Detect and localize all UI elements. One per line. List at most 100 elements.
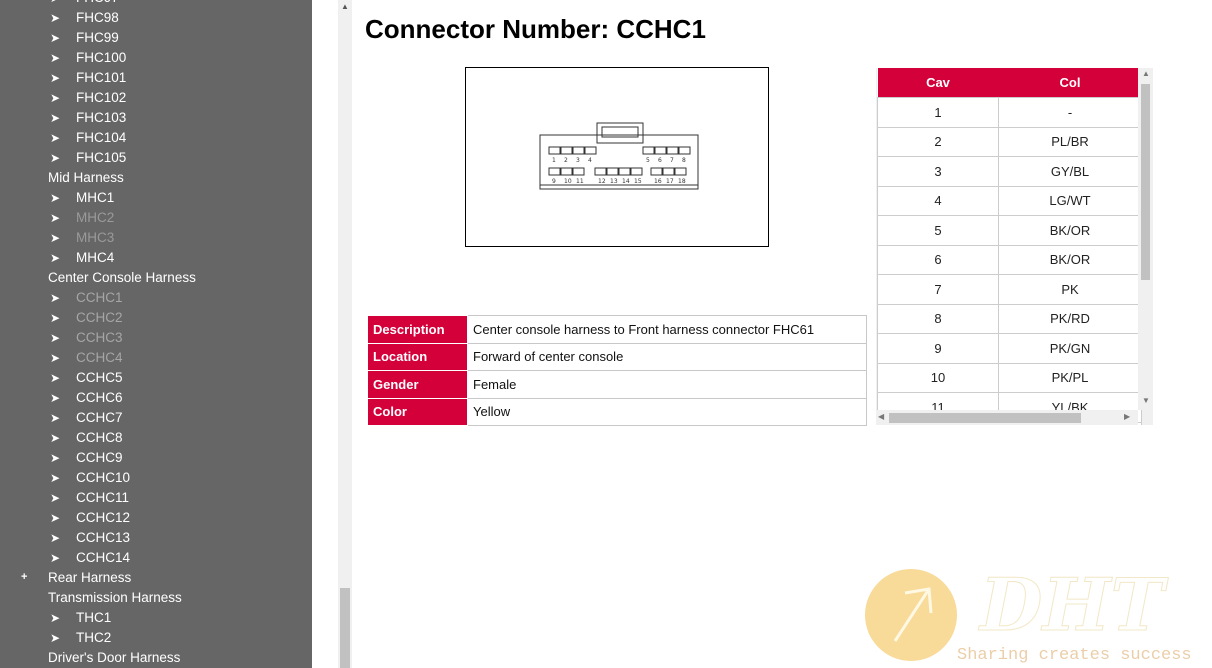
info-label: Location [367, 342, 468, 371]
expand-plus-icon[interactable]: + [21, 572, 30, 583]
sidebar-item[interactable]: ➤ CCHC10 [50, 468, 130, 488]
info-value: Yellow [467, 397, 867, 426]
arrow-right-icon: ➤ [50, 311, 61, 325]
watermark-logo: DHT Sharing creates success [862, 562, 1212, 668]
arrow-right-icon: ➤ [50, 0, 76, 8]
sidebar-item[interactable]: ➤ CCHC5 [50, 368, 123, 388]
scroll-left-icon[interactable]: ◀ [878, 412, 884, 421]
sidebar-section[interactable]: Transmission Harness [48, 588, 182, 608]
sidebar-item[interactable]: ➤ MHC1 [50, 188, 114, 208]
sidebar-item[interactable]: ➤ FHC99 [50, 28, 119, 48]
pin-number: 7 [670, 157, 674, 164]
sidebar-item-label: FHC97 [76, 0, 119, 5]
sidebar-item[interactable]: ➤ CCHC12 [50, 508, 130, 528]
sidebar-item[interactable]: ➤ FHC98 [50, 8, 119, 28]
pin-number: 16 [654, 178, 662, 185]
sidebar-item[interactable]: ➤ MHC2 [50, 208, 114, 228]
sidebar-item[interactable]: ➤ CCHC3 [50, 328, 123, 348]
sidebar-section[interactable]: Center Console Harness [48, 268, 196, 288]
scroll-down-icon[interactable]: ▼ [1142, 396, 1150, 405]
sidebar-item[interactable]: ➤ CCHC11 [50, 488, 129, 508]
arrow-right-icon: ➤ [50, 511, 61, 525]
arrow-right-icon: ➤ [50, 91, 61, 105]
arrow-right-icon: ➤ [50, 611, 61, 625]
sidebar-item-label: CCHC11 [76, 490, 130, 505]
sidebar-item-label: FHC98 [76, 10, 119, 25]
sidebar-item[interactable]: ➤ CCHC1 [50, 288, 123, 308]
sidebar-item[interactable]: ➤ FHC103 [50, 108, 126, 128]
sidebar-item[interactable]: ➤FHC97 [50, 0, 119, 8]
info-value: Center console harness to Front harness … [467, 315, 867, 344]
cavity-number: 4 [877, 185, 999, 216]
sidebar-item-label: FHC102 [76, 90, 127, 105]
pin-cavity [548, 146, 561, 155]
sidebar-section[interactable]: Driver's Door Harness [48, 648, 180, 668]
watermark-slogan: Sharing creates success [957, 646, 1192, 665]
pin-cavity [606, 167, 619, 176]
pin-cavity [678, 146, 691, 155]
scroll-thumb[interactable] [1141, 84, 1150, 280]
sidebar-item-label: FHC101 [76, 70, 127, 85]
pin-number: 2 [564, 157, 568, 164]
sidebar-section[interactable]: Mid Harness [48, 168, 124, 188]
sidebar-item[interactable]: ➤ FHC102 [50, 88, 126, 108]
sidebar-item[interactable]: ➤ CCHC9 [50, 448, 123, 468]
arrow-right-icon: ➤ [50, 631, 61, 645]
arrow-right-icon: ➤ [50, 551, 61, 565]
scroll-up-icon[interactable]: ▲ [341, 2, 349, 11]
scroll-right-icon[interactable]: ▶ [1124, 412, 1130, 421]
wire-color: LG/WT [998, 185, 1142, 216]
wire-color: BK/OR [998, 244, 1142, 275]
sidebar-item-label: FHC103 [76, 110, 127, 125]
wire-color: PK/GN [998, 333, 1142, 364]
scroll-thumb[interactable] [889, 413, 1081, 423]
info-row: Gender Female [367, 370, 867, 399]
sidebar-item[interactable]: ➤ CCHC13 [50, 528, 130, 548]
table-horizontal-scrollbar[interactable]: ◀ ▶ [876, 410, 1138, 425]
cavity-number: 8 [877, 303, 999, 334]
table-vertical-scrollbar[interactable]: ▲ ▼ [1138, 68, 1153, 410]
arrow-right-icon: ➤ [50, 191, 61, 205]
sidebar-item-label: CCHC7 [76, 410, 123, 425]
sidebar-item-label: THC2 [76, 630, 112, 645]
sidebar-item-label: Rear Harness [48, 570, 132, 585]
sidebar-item[interactable]: ➤ FHC101 [50, 68, 126, 88]
arrow-right-icon: ➤ [50, 531, 61, 545]
sidebar-item[interactable]: ➤ CCHC7 [50, 408, 123, 428]
sidebar-item[interactable]: ➤ THC1 [50, 608, 111, 628]
wire-color: - [998, 97, 1142, 128]
scroll-up-icon[interactable]: ▲ [1142, 69, 1150, 78]
table-row: 7 PK [877, 274, 1142, 305]
sidebar-item[interactable]: ➤ FHC100 [50, 48, 126, 68]
page-scrollbar[interactable]: ▲ [338, 0, 352, 668]
pin-cavity [654, 146, 667, 155]
sidebar-item[interactable]: ➤ MHC3 [50, 228, 114, 248]
sidebar-item[interactable]: ➤ FHC105 [50, 148, 126, 168]
sidebar-item[interactable]: ➤ CCHC2 [50, 308, 123, 328]
sidebar-item[interactable]: ➤ CCHC4 [50, 348, 123, 368]
sidebar-item[interactable]: ➤ THC2 [50, 628, 111, 648]
pin-number: 17 [666, 178, 674, 185]
sidebar-item[interactable]: ➤ FHC104 [50, 128, 126, 148]
cavity-number: 6 [877, 244, 999, 275]
cavity-number: 9 [877, 333, 999, 364]
pin-cavity [572, 167, 585, 176]
pin-cavity [584, 146, 597, 155]
sidebar-item[interactable]: ➤ CCHC14 [50, 548, 130, 568]
pin-number: 1 [552, 157, 556, 164]
sidebar-item[interactable]: ➤ MHC4 [50, 248, 114, 268]
arrow-right-icon: ➤ [50, 371, 61, 385]
sidebar-item[interactable]: ➤ CCHC8 [50, 428, 123, 448]
pin-cavity [630, 167, 643, 176]
sidebar-item-label: MHC3 [76, 230, 115, 245]
sidebar-item[interactable]: ➤ CCHC6 [50, 388, 123, 408]
connector-info-table: Description Center console harness to Fro… [367, 315, 867, 426]
scroll-thumb[interactable] [340, 588, 350, 668]
arrow-right-icon: ➤ [50, 211, 61, 225]
info-value: Female [467, 370, 867, 399]
sidebar-section[interactable]: + Rear Harness [21, 568, 132, 588]
arrow-right-icon: ➤ [50, 151, 61, 165]
wire-color: PK/PL [998, 362, 1142, 393]
info-label: Description [367, 315, 468, 344]
pin-number: 15 [634, 178, 642, 185]
